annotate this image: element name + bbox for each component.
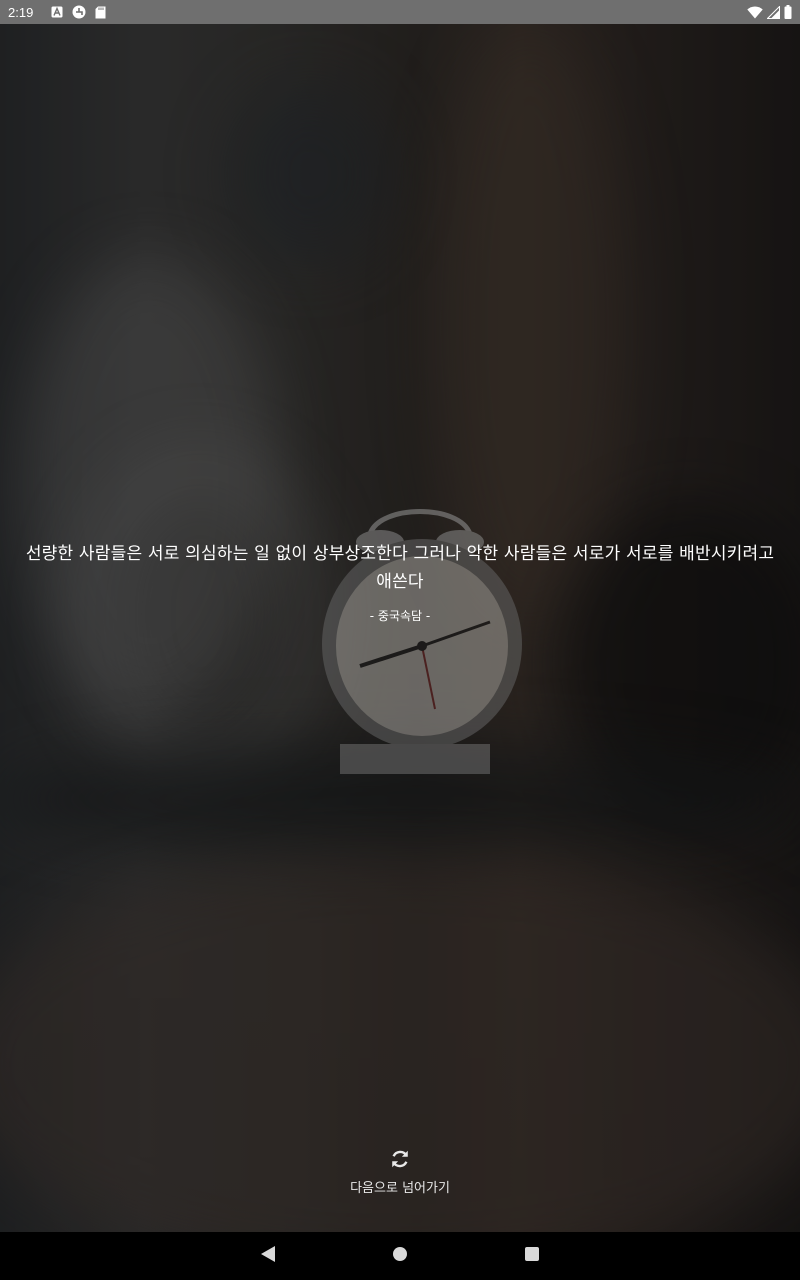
sd-card-icon — [95, 6, 106, 19]
back-button[interactable] — [254, 1242, 282, 1270]
dark-overlay — [0, 24, 800, 1232]
refresh-icon — [389, 1148, 411, 1174]
status-time: 2:19 — [8, 4, 34, 20]
pinwheel-icon — [72, 5, 86, 19]
app-screen: 2:19 선량한 사람들은 서로 의심하는 일 없이 상부상조한다 그러나 악한… — [0, 0, 800, 1280]
home-button[interactable] — [386, 1242, 414, 1270]
a-notification-icon — [51, 6, 63, 18]
battery-icon — [784, 5, 792, 19]
system-icons — [747, 5, 792, 19]
notification-icons — [51, 5, 106, 19]
wifi-icon — [747, 6, 763, 19]
status-bar: 2:19 — [0, 0, 800, 24]
recents-icon — [524, 1246, 540, 1266]
back-icon — [260, 1245, 276, 1267]
quote-source: - 중국속담 - — [369, 609, 431, 623]
navigation-bar — [0, 1232, 800, 1280]
quote-block: 선량한 사람들은 서로 의심하는 일 없이 상부상조한다 그러나 악한 사람들은… — [20, 540, 780, 624]
cell-signal-icon — [767, 5, 780, 19]
next-label: 다음으로 넘어가기 — [350, 1181, 450, 1196]
recents-button[interactable] — [518, 1242, 546, 1270]
next-button[interactable]: 다음으로 넘어가기 — [300, 1148, 500, 1198]
home-icon — [392, 1246, 408, 1266]
quote-text: 선량한 사람들은 서로 의심하는 일 없이 상부상조한다 그러나 악한 사람들은… — [25, 544, 775, 592]
